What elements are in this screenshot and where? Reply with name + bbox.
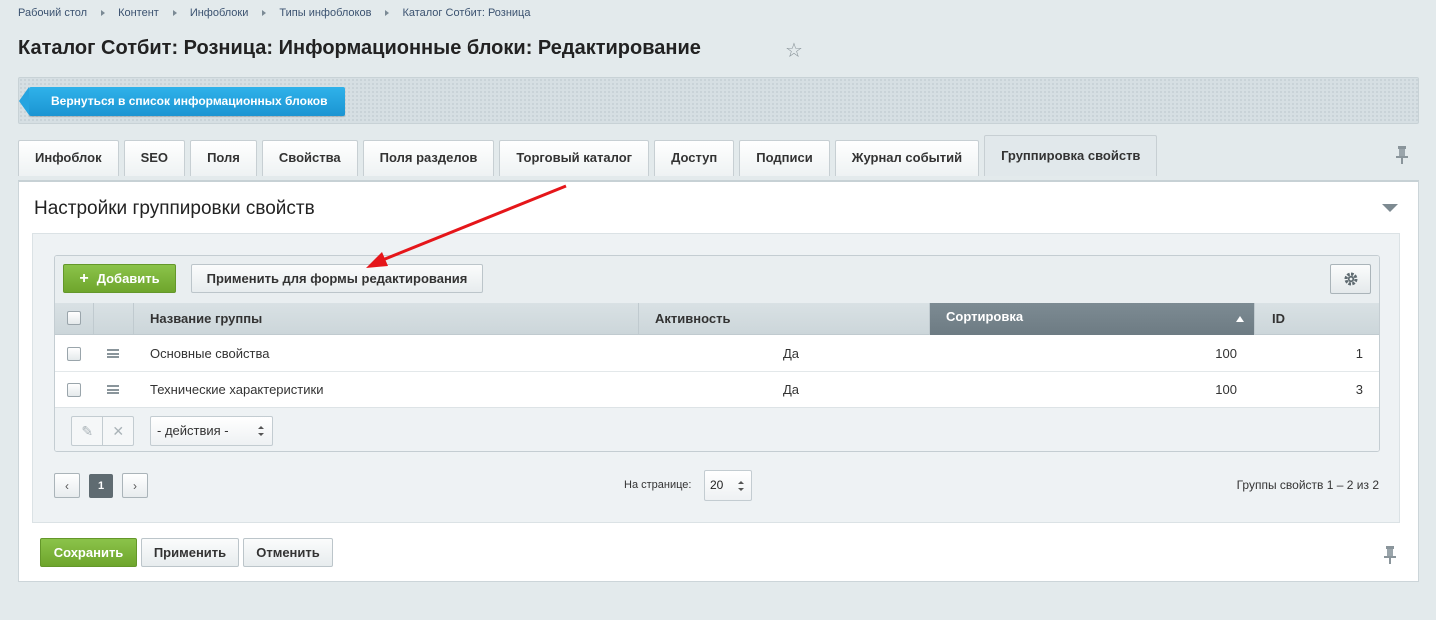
row-action-buttons: ✎ ✕ [71, 416, 134, 446]
tab-access[interactable]: Доступ [654, 140, 735, 176]
row-checkbox[interactable] [67, 383, 81, 397]
back-to-list-button[interactable]: Вернуться в список информационных блоков [19, 87, 345, 116]
tab-iblock[interactable]: Инфоблок [18, 140, 119, 176]
page-number-current[interactable]: 1 [89, 474, 113, 498]
chevron-left-icon: ‹ [65, 478, 69, 493]
column-header-sort-label: Сортировка [946, 309, 1024, 324]
breadcrumb-desktop[interactable]: Рабочий стол [18, 7, 87, 19]
tab-event-log[interactable]: Журнал событий [834, 140, 980, 176]
select-all-checkbox[interactable] [67, 311, 81, 325]
pin-icon[interactable] [1395, 145, 1409, 165]
breadcrumb-separator-icon [172, 10, 177, 16]
tab-captions[interactable]: Подписи [739, 140, 830, 176]
breadcrumb-separator-icon [262, 10, 267, 16]
pin-icon[interactable] [1383, 545, 1397, 565]
chevron-right-icon: › [133, 478, 137, 493]
add-button-label: Добавить [96, 271, 160, 286]
prev-page-button[interactable]: ‹ [54, 473, 80, 498]
edit-icon[interactable]: ✎ [72, 417, 102, 445]
tab-bar: Инфоблок SEO Поля Свойства Поля разделов… [18, 135, 1162, 176]
cell-sort: 100 [1215, 346, 1237, 361]
header-drag-cell [94, 303, 134, 335]
per-page-select[interactable]: 20 [704, 470, 752, 501]
tab-section-fields[interactable]: Поля разделов [362, 140, 495, 176]
tab-trade-catalog[interactable]: Торговый каталог [499, 140, 650, 176]
cell-sort: 100 [1215, 382, 1237, 397]
grid-header: Название группы Активность Сортировка ID [55, 303, 1379, 335]
tab-properties[interactable]: Свойства [261, 140, 358, 176]
gear-icon [1344, 272, 1357, 286]
table-row[interactable]: Технические характеристики Да 100 3 [55, 372, 1379, 408]
per-page-label: На странице: [624, 479, 692, 491]
table-row[interactable]: Основные свойства Да 100 1 [55, 336, 1379, 372]
tab-property-grouping[interactable]: Группировка свойств [984, 135, 1158, 176]
actions-select[interactable]: - действия - [150, 416, 273, 446]
save-button[interactable]: Сохранить [40, 538, 137, 567]
cancel-button[interactable]: Отменить [243, 538, 333, 567]
grid-footer: ✎ ✕ - действия - [55, 407, 1379, 451]
property-groups-grid: + Добавить Применить для формы редактиро… [54, 255, 1380, 452]
breadcrumb-catalog[interactable]: Каталог Сотбит: Розница [402, 7, 530, 19]
column-header-sort[interactable]: Сортировка [930, 303, 1255, 335]
drag-handle-icon[interactable] [107, 349, 119, 358]
header-checkbox-cell [55, 303, 94, 335]
breadcrumb: Рабочий стол Контент Инфоблоки Типы инфо… [18, 7, 530, 19]
sort-ascending-icon [1236, 316, 1244, 322]
cell-id: 3 [1355, 382, 1363, 397]
breadcrumb-content[interactable]: Контент [118, 7, 159, 19]
cell-name: Основные свойства [150, 346, 270, 361]
add-button[interactable]: + Добавить [63, 264, 176, 293]
grid-settings-button[interactable] [1330, 264, 1371, 294]
breadcrumb-separator-icon [101, 10, 106, 16]
annotation-arrow-icon [366, 184, 567, 268]
settings-panel: Настройки группировки свойств + Добавить… [18, 180, 1419, 582]
cell-active: Да [783, 346, 800, 361]
cell-active: Да [783, 382, 800, 397]
select-arrows-icon [738, 481, 744, 491]
context-toolbar: Вернуться в список информационных блоков [18, 77, 1419, 124]
select-arrows-icon [258, 426, 264, 436]
row-checkbox[interactable] [67, 347, 81, 361]
tab-seo[interactable]: SEO [123, 140, 186, 176]
cell-id: 1 [1355, 346, 1363, 361]
breadcrumb-iblock-types[interactable]: Типы инфоблоков [279, 7, 371, 19]
grid-container: + Добавить Применить для формы редактиро… [32, 233, 1400, 523]
tab-fields[interactable]: Поля [190, 140, 257, 176]
apply-button[interactable]: Применить [141, 538, 239, 567]
breadcrumb-iblocks[interactable]: Инфоблоки [190, 7, 249, 19]
total-count: Группы свойств 1 – 2 из 2 [1236, 478, 1379, 492]
grid-toolbar: + Добавить Применить для формы редактиро… [55, 256, 1379, 303]
actions-select-value: - действия - [157, 423, 229, 438]
breadcrumb-separator-icon [385, 10, 390, 16]
collapse-icon[interactable] [1382, 204, 1398, 212]
next-page-button[interactable]: › [122, 473, 148, 498]
column-header-name[interactable]: Название группы [134, 303, 639, 335]
cell-name: Технические характеристики [150, 382, 324, 397]
drag-handle-icon[interactable] [107, 385, 119, 394]
star-icon[interactable]: ☆ [785, 38, 803, 63]
plus-icon: + [79, 269, 89, 287]
panel-title: Настройки группировки свойств [34, 198, 315, 219]
column-header-id[interactable]: ID [1255, 303, 1379, 335]
per-page-value: 20 [710, 478, 724, 492]
page-title: Каталог Сотбит: Розница: Информационные … [18, 37, 701, 59]
delete-icon[interactable]: ✕ [102, 417, 133, 445]
column-header-active[interactable]: Активность [639, 303, 930, 335]
